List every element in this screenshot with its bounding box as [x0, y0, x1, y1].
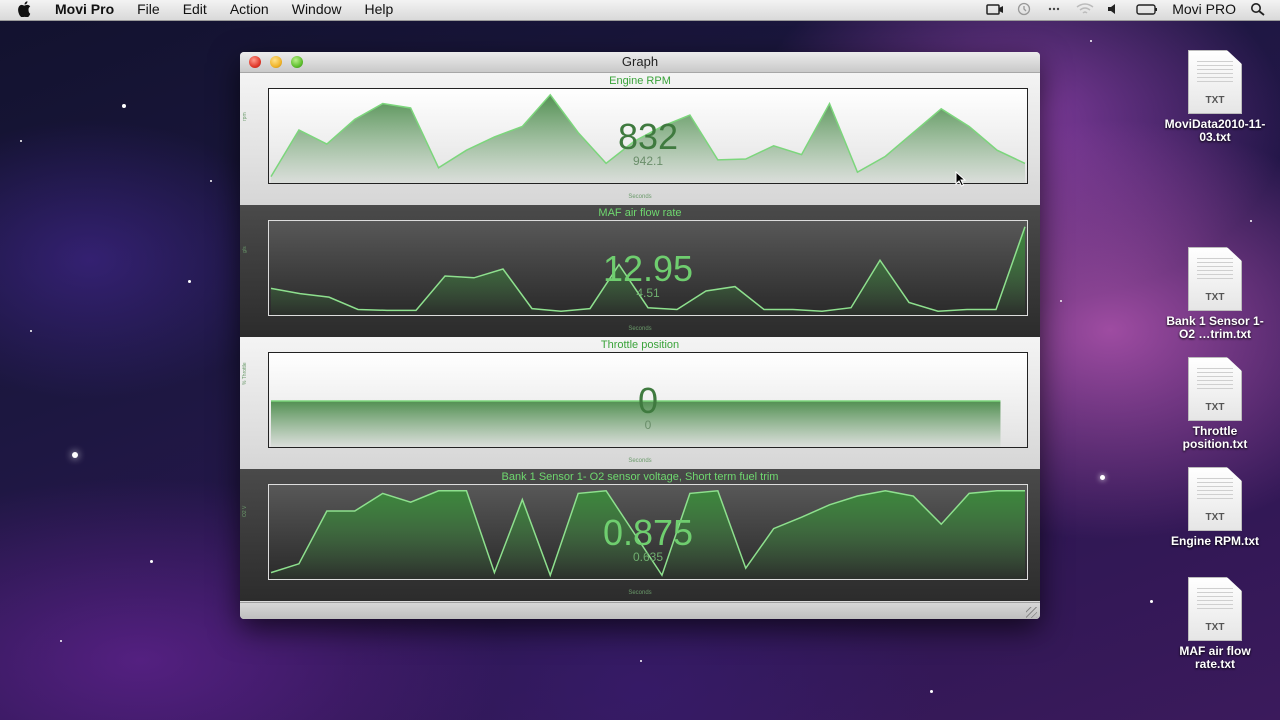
menu-file[interactable]: File — [137, 1, 160, 17]
text-file-icon: TXT — [1188, 467, 1242, 531]
graph-panel-maf: MAF air flow rate g/s 12.95 4.51 Seconds — [240, 205, 1040, 337]
apple-logo-icon[interactable] — [18, 1, 32, 18]
current-value: 12.95 — [602, 248, 694, 289]
panel-title: Bank 1 Sensor 1- O2 sensor voltage, Shor… — [501, 471, 779, 483]
y-axis-label: O2 V — [242, 505, 248, 517]
current-value: 0 — [637, 380, 659, 421]
desktop-icon-maf[interactable]: TXT MAF air flow rate.txt — [1160, 577, 1270, 671]
desktop-icon-movidata[interactable]: TXT MoviData2010-11-03.txt — [1160, 50, 1270, 144]
x-axis-label: Seconds — [628, 458, 652, 464]
desktop-icon-label: Throttle position.txt — [1182, 424, 1248, 451]
graph-panel-engine-rpm: Engine RPM rpm 832 942.1 Seconds — [240, 73, 1040, 205]
desktop-icon-throttle[interactable]: TXT Throttle position.txt — [1160, 357, 1270, 451]
text-file-icon: TXT — [1188, 50, 1242, 114]
average-value: 942.1 — [632, 154, 664, 168]
window-title: Graph — [621, 54, 659, 69]
menu-bar: Movi Pro File Edit Action Window Help Mo… — [0, 0, 1280, 21]
wifi-icon[interactable] — [1076, 2, 1094, 16]
average-value: 4.51 — [636, 286, 660, 300]
panel-title: Throttle position — [600, 339, 680, 351]
desktop-icon-label: MoviData2010-11-03.txt — [1164, 117, 1266, 144]
y-axis-label: % Throttle — [242, 362, 248, 385]
panel-title: Engine RPM — [609, 75, 671, 87]
y-axis-label: g/s — [242, 246, 248, 253]
x-axis-label: Seconds — [628, 590, 652, 596]
current-value: 832 — [617, 116, 679, 157]
current-value: 0.875 — [602, 512, 694, 553]
camera-icon[interactable] — [986, 2, 1004, 16]
panel-title: MAF air flow rate — [598, 207, 682, 219]
menu-edit[interactable]: Edit — [183, 1, 207, 17]
menu-window[interactable]: Window — [292, 1, 342, 17]
plot-area[interactable]: 12.95 4.51 — [268, 220, 1028, 316]
menu-help[interactable]: Help — [365, 1, 394, 17]
plot-area[interactable]: 0 0 — [268, 352, 1028, 448]
desktop-icon-bank1-sensor[interactable]: TXT Bank 1 Sensor 1- O2 …trim.txt — [1160, 247, 1270, 341]
window-status-bar — [240, 602, 1040, 619]
graph-panel-o2-sensor: Bank 1 Sensor 1- O2 sensor voltage, Shor… — [240, 469, 1040, 601]
plot-area[interactable]: 832 942.1 — [268, 88, 1028, 184]
average-value: 0.635 — [632, 550, 664, 564]
text-file-icon: TXT — [1188, 247, 1242, 311]
time-machine-icon[interactable] — [1016, 2, 1032, 16]
menu-action[interactable]: Action — [230, 1, 269, 17]
volume-icon[interactable] — [1106, 2, 1122, 16]
close-button[interactable] — [249, 56, 261, 68]
window-titlebar[interactable]: Graph — [240, 52, 1040, 73]
battery-icon[interactable] — [1136, 2, 1158, 16]
plot-area[interactable]: 0.875 0.635 — [268, 484, 1028, 580]
graph-panel-throttle: Throttle position % Throttle 0 0 Seconds — [240, 337, 1040, 469]
desktop-icon-label: Engine RPM.txt — [1170, 534, 1259, 548]
y-axis-label: rpm — [242, 112, 248, 121]
desktop-icon-engine-rpm[interactable]: TXT Engine RPM.txt — [1160, 467, 1270, 548]
menubar-right-label[interactable]: Movi PRO — [1172, 1, 1236, 17]
minimize-button[interactable] — [270, 56, 282, 68]
resize-grip-icon[interactable] — [1026, 607, 1037, 618]
bluetooth-icon[interactable] — [1046, 2, 1062, 16]
desktop-icon-label: Bank 1 Sensor 1- O2 …trim.txt — [1166, 314, 1264, 341]
text-file-icon: TXT — [1188, 577, 1242, 641]
mouse-cursor-icon — [955, 171, 967, 187]
spotlight-search-icon[interactable] — [1250, 2, 1266, 16]
x-axis-label: Seconds — [628, 326, 652, 332]
graph-window: Graph Engine RPM rpm 832 942.1 Seconds M… — [240, 52, 1040, 619]
average-value: 0 — [644, 418, 652, 432]
menu-app-name[interactable]: Movi Pro — [55, 1, 114, 17]
desktop-icon-label: MAF air flow rate.txt — [1179, 644, 1251, 671]
zoom-button[interactable] — [291, 56, 303, 68]
x-axis-label: Seconds — [628, 194, 652, 200]
text-file-icon: TXT — [1188, 357, 1242, 421]
